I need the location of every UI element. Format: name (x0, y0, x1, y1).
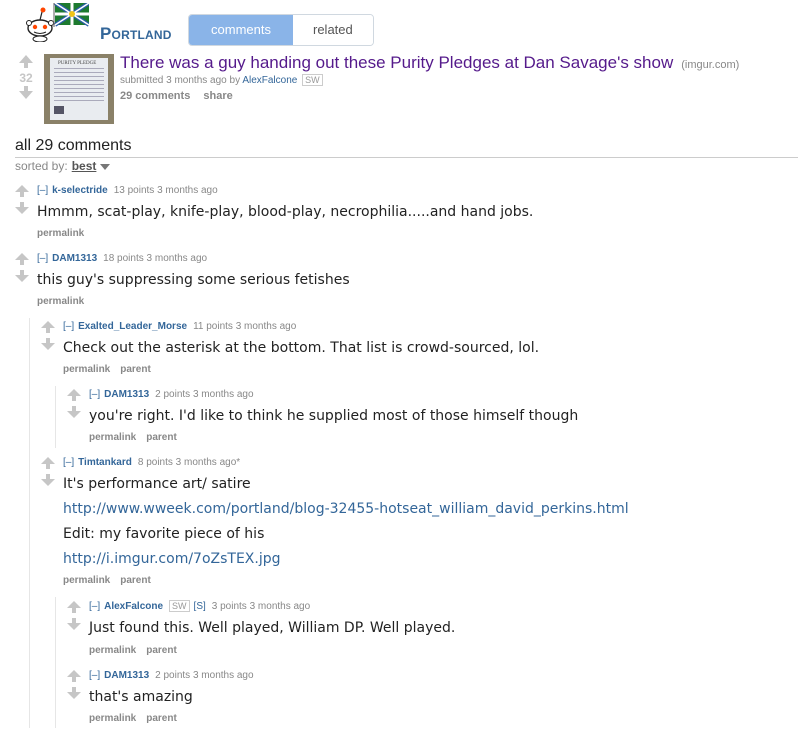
comment-body: Just found this. Well played, William DP… (89, 620, 455, 645)
comment-author[interactable]: Timtankard (78, 457, 132, 468)
comment-body: you're right. I'd like to think he suppl… (89, 408, 578, 433)
post-tagline: submitted 3 months ago by AlexFalcone SW (120, 74, 323, 86)
upvote-icon[interactable] (41, 321, 55, 333)
comment-text: Just found this. Well played, William DP… (89, 620, 456, 636)
comment-body: Check out the asterisk at the bottom. Th… (63, 340, 539, 365)
upvote-icon[interactable] (19, 55, 33, 68)
collapse-toggle[interactable]: [–] (89, 670, 100, 681)
upvote-icon[interactable] (41, 457, 55, 469)
upvote-icon[interactable] (67, 601, 81, 613)
comment-body: Hmmm, scat-play, knife-play, blood-play,… (37, 204, 533, 229)
comment-text: this guy's suppressing some serious feti… (37, 272, 350, 288)
comment-meta: 2 points 3 months ago (155, 670, 254, 681)
comment-text: Edit: my favorite piece of his (63, 526, 265, 542)
permalink-link[interactable]: permalink (37, 228, 84, 239)
post-buttons: 29 comments share (120, 90, 243, 102)
comment-body: this guy's suppressing some serious feti… (37, 272, 350, 297)
comment-link[interactable]: http://www.wweek.com/portland/blog-32455… (63, 501, 629, 517)
comment-body: that's amazing (89, 689, 193, 714)
divider (15, 157, 798, 158)
upvote-icon[interactable] (15, 185, 29, 197)
parent-link[interactable]: parent (120, 575, 151, 586)
post-vote-box: 32 (15, 55, 37, 99)
comment-link[interactable]: http://i.imgur.com/7oZsTEX.jpg (63, 551, 281, 567)
post-title[interactable]: There was a guy handing out these Purity… (120, 53, 673, 72)
collapse-toggle[interactable]: [–] (89, 389, 100, 400)
collapse-toggle[interactable]: [–] (37, 185, 48, 196)
comment-text: It's performance art/ satire (63, 476, 251, 492)
thread-line[interactable] (55, 597, 56, 728)
comment-text: Check out the asterisk at the bottom. Th… (63, 340, 540, 356)
downvote-icon[interactable] (15, 270, 29, 282)
thread-line[interactable] (55, 386, 56, 448)
comments-title: all 29 comments (15, 137, 132, 154)
tab-bar: comments related (188, 14, 374, 46)
sort-label: sorted by: (15, 159, 68, 173)
thread-line[interactable] (29, 318, 30, 728)
subreddit-name[interactable]: Portland (100, 24, 172, 44)
comment-author[interactable]: DAM1313 (104, 670, 149, 681)
comment-meta: 13 points 3 months ago (113, 185, 218, 196)
comment-author[interactable]: k-selectride (52, 185, 108, 196)
post-score: 32 (19, 71, 33, 85)
permalink-link[interactable]: permalink (63, 364, 110, 375)
author-flair: SW (169, 600, 190, 612)
tab-related[interactable]: related (293, 15, 373, 45)
subreddit-header: Portland comments related (0, 0, 798, 50)
permalink-link[interactable]: permalink (63, 575, 110, 586)
downvote-icon[interactable] (41, 474, 55, 486)
share-link[interactable]: share (203, 90, 232, 102)
post-domain[interactable]: (imgur.com) (681, 59, 739, 71)
comment-meta: 2 points 3 months ago (155, 389, 254, 400)
comment-meta: 3 points 3 months ago (211, 601, 311, 612)
permalink-link[interactable]: permalink (89, 432, 136, 443)
downvote-icon[interactable] (67, 618, 81, 630)
comment-meta: 11 points 3 months ago (193, 321, 297, 332)
sort-dropdown[interactable]: best (72, 159, 97, 173)
post-author[interactable]: AlexFalcone (242, 75, 297, 86)
comment-text: that's amazing (89, 689, 193, 705)
post-entry: 32 PURITY PLEDGE There was a guy handing… (0, 52, 798, 124)
collapse-toggle[interactable]: [–] (89, 601, 100, 612)
parent-link[interactable]: parent (146, 713, 177, 724)
author-flair: SW (302, 74, 323, 86)
downvote-icon[interactable] (67, 687, 81, 699)
comment-author[interactable]: DAM1313 (104, 389, 149, 400)
comment-text: Hmmm, scat-play, knife-play, blood-play,… (37, 204, 534, 220)
upvote-icon[interactable] (15, 253, 29, 265)
upvote-icon[interactable] (67, 670, 81, 682)
chevron-down-icon[interactable] (100, 163, 111, 170)
post-title-line: There was a guy handing out these Purity… (120, 53, 739, 73)
comment-author[interactable]: DAM1313 (52, 253, 97, 264)
comment-meta: 8 points 3 months ago* (137, 457, 241, 468)
permalink-link[interactable]: permalink (37, 296, 84, 307)
collapse-toggle[interactable]: [–] (37, 253, 48, 264)
submitted-text: submitted 3 months ago by (120, 75, 241, 86)
parent-link[interactable]: parent (120, 364, 151, 375)
comment-author[interactable]: Exalted_Leader_Morse (78, 321, 187, 332)
collapse-toggle[interactable]: [–] (63, 321, 74, 332)
comment-body: It's performance art/ satire http://www.… (63, 476, 629, 576)
downvote-icon[interactable] (67, 406, 81, 418)
downvote-icon[interactable] (15, 202, 29, 214)
parent-link[interactable]: parent (146, 645, 177, 656)
parent-link[interactable]: parent (146, 432, 177, 443)
downvote-icon[interactable] (41, 338, 55, 350)
permalink-link[interactable]: permalink (89, 713, 136, 724)
tab-comments[interactable]: comments (189, 15, 293, 45)
sort-menu: sorted by: best (15, 159, 111, 173)
comment-meta: 18 points 3 months ago (103, 253, 208, 264)
permalink-link[interactable]: permalink (89, 645, 136, 656)
portland-flag-icon (53, 3, 89, 27)
collapse-toggle[interactable]: [–] (63, 457, 74, 468)
downvote-icon[interactable] (19, 86, 33, 99)
comment-author[interactable]: AlexFalcone (104, 601, 163, 612)
upvote-icon[interactable] (67, 389, 81, 401)
comment-text: you're right. I'd like to think he suppl… (89, 408, 579, 424)
thumbnail-caption: PURITY PLEDGE (58, 61, 97, 66)
post-thumbnail[interactable]: PURITY PLEDGE (44, 54, 114, 124)
submitter-flag: [S] (193, 601, 206, 612)
comments-link[interactable]: 29 comments (120, 90, 190, 102)
